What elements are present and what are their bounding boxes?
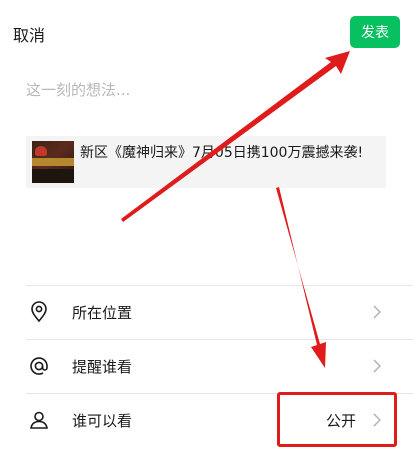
annotation-arrow-to-visibility [276, 187, 326, 368]
annotation-arrows [121, 51, 350, 368]
annotation-arrow-to-publish [121, 51, 350, 222]
